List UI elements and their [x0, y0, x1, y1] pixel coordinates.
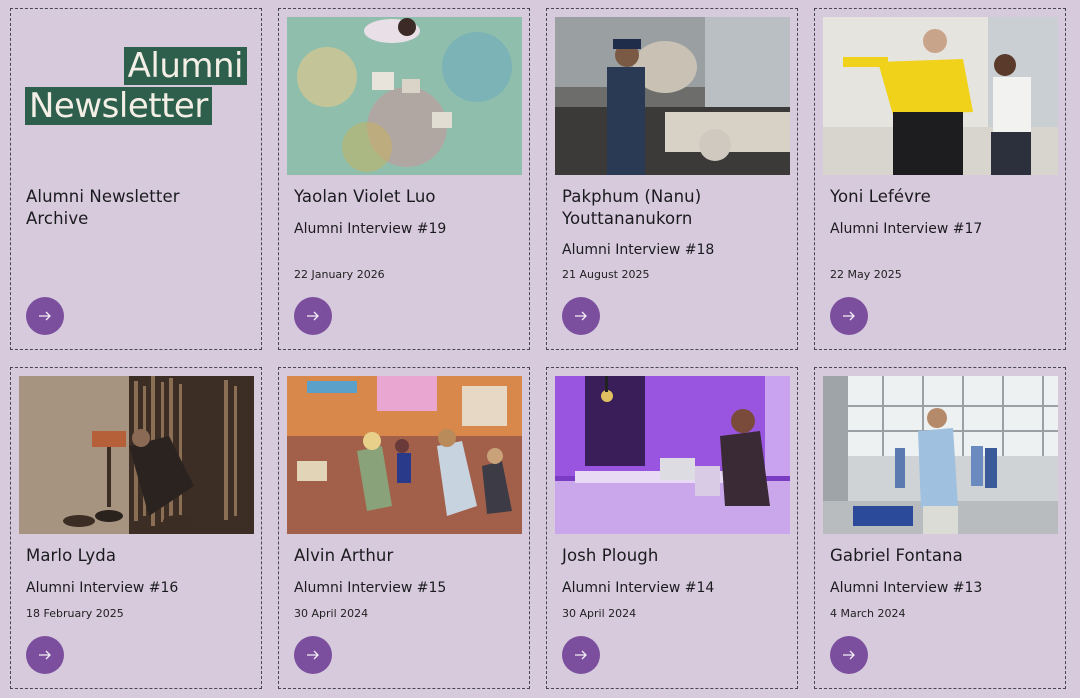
interview-card-17[interactable]: Yoni Lefévre Alumni Interview #17 22 May…	[814, 8, 1066, 350]
interview-number: Alumni Interview #16	[26, 580, 179, 596]
logo-line-2: Newsletter	[25, 87, 212, 125]
archive-card[interactable]: Alumni Newsletter Alumni Newsletter Arch…	[10, 8, 262, 350]
arrow-right-icon	[575, 650, 587, 660]
interview-arrow-button[interactable]	[294, 636, 332, 674]
interview-date: 18 February 2025	[26, 607, 124, 620]
photo-pizza-oven-icon	[555, 17, 790, 175]
photo-yellow-shirt-icon	[823, 17, 1058, 175]
interview-image[interactable]	[287, 376, 522, 534]
interview-number: Alumni Interview #19	[294, 221, 447, 237]
photo-clothing-studio-icon	[823, 376, 1058, 534]
arrow-right-icon	[39, 650, 51, 660]
interview-arrow-button[interactable]	[562, 297, 600, 335]
interview-arrow-button[interactable]	[562, 636, 600, 674]
interview-card-16[interactable]: Marlo Lyda Alumni Interview #16 18 Febru…	[10, 367, 262, 689]
interview-number: Alumni Interview #17	[830, 221, 983, 237]
interview-image[interactable]	[555, 376, 790, 534]
photo-children-painting-icon	[287, 17, 522, 175]
interview-card-14[interactable]: Josh Plough Alumni Interview #14 30 Apri…	[546, 367, 798, 689]
interview-card-13[interactable]: Gabriel Fontana Alumni Interview #13 4 M…	[814, 367, 1066, 689]
arrow-right-icon	[307, 650, 319, 660]
interview-date: 21 August 2025	[562, 268, 650, 281]
newsletter-logo: Alumni Newsletter	[25, 47, 247, 137]
interview-arrow-button[interactable]	[830, 636, 868, 674]
interview-image[interactable]	[823, 17, 1058, 175]
archive-arrow-button[interactable]	[26, 297, 64, 335]
interview-number: Alumni Interview #13	[830, 580, 983, 596]
interview-image[interactable]	[823, 376, 1058, 534]
interview-date: 30 April 2024	[562, 607, 637, 620]
interview-arrow-button[interactable]	[26, 636, 64, 674]
interviewee-name: Josh Plough	[562, 546, 659, 565]
arrow-right-icon	[843, 650, 855, 660]
interview-image[interactable]	[287, 17, 522, 175]
interview-date: 30 April 2024	[294, 607, 369, 620]
interview-card-15[interactable]: Alvin Arthur Alumni Interview #15 30 Apr…	[278, 367, 530, 689]
interview-date: 4 March 2024	[830, 607, 906, 620]
photo-purple-desk-icon	[555, 376, 790, 534]
photo-lamp-studio-icon	[19, 376, 254, 534]
interview-number: Alumni Interview #15	[294, 580, 447, 596]
interviewee-name: Yaolan Violet Luo	[294, 187, 436, 206]
interview-card-19[interactable]: Yaolan Violet Luo Alumni Interview #19 2…	[278, 8, 530, 350]
interview-number: Alumni Interview #14	[562, 580, 715, 596]
interview-number: Alumni Interview #18	[562, 242, 715, 258]
interview-arrow-button[interactable]	[830, 297, 868, 335]
interview-date: 22 January 2026	[294, 268, 385, 281]
newsletter-grid: Alumni Newsletter Alumni Newsletter Arch…	[10, 8, 1068, 689]
interview-image[interactable]	[19, 376, 254, 534]
interviewee-name: Alvin Arthur	[294, 546, 394, 565]
interview-card-18[interactable]: Pakphum (Nanu) Youttananukorn Alumni Int…	[546, 8, 798, 350]
interview-arrow-button[interactable]	[294, 297, 332, 335]
arrow-right-icon	[575, 311, 587, 321]
arrow-right-icon	[843, 311, 855, 321]
arrow-right-icon	[39, 311, 51, 321]
archive-title: Alumni Newsletter Archive	[26, 187, 180, 228]
photo-classroom-dance-icon	[287, 376, 522, 534]
interviewee-name: Yoni Lefévre	[830, 187, 931, 206]
logo-line-1: Alumni	[123, 47, 247, 85]
arrow-right-icon	[307, 311, 319, 321]
interview-image[interactable]	[555, 17, 790, 175]
interviewee-name: Pakphum (Nanu) Youttananukorn	[562, 187, 702, 228]
interview-date: 22 May 2025	[830, 268, 902, 281]
interviewee-name: Gabriel Fontana	[830, 546, 963, 565]
interviewee-name: Marlo Lyda	[26, 546, 117, 565]
